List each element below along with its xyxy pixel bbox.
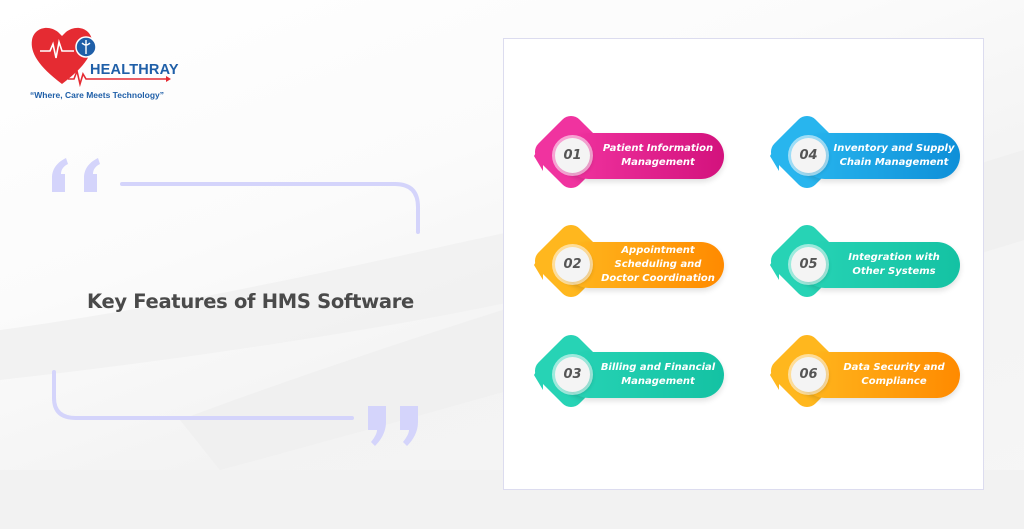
feature-left-notch	[770, 141, 779, 171]
feature-number-badge: 06	[791, 357, 826, 392]
feature-left-notch	[534, 360, 543, 390]
feature-item-05: 05 Integration with Other Systems	[765, 219, 965, 304]
feature-left-notch	[534, 250, 543, 280]
feature-item-06: 06 Data Security and Compliance	[765, 329, 965, 414]
close-quote-icon	[368, 406, 418, 446]
feature-number-badge: 01	[555, 138, 590, 173]
heart-pulse-icon	[31, 27, 171, 88]
healthray-logo: HEALTHRAY “Where, Care Meets Technology”	[28, 24, 179, 104]
feature-left-notch	[770, 250, 779, 280]
feature-number-badge: 03	[555, 357, 590, 392]
page-title: Key Features of HMS Software	[87, 290, 414, 313]
feature-number-badge: 05	[791, 247, 826, 282]
close-quote-decoration	[52, 370, 418, 446]
brand-name: HEALTHRAY	[90, 62, 179, 78]
feature-item-04: 04 Inventory and Supply Chain Management	[765, 110, 965, 195]
feature-number-badge: 04	[791, 138, 826, 173]
feature-left-notch	[770, 360, 779, 390]
feature-label: Integration with Other Systems	[848, 252, 940, 277]
top-bracket-line	[120, 182, 420, 234]
feature-number-badge: 02	[555, 247, 590, 282]
feature-item-01: 01 Patient Information Management	[529, 110, 729, 195]
bottom-bracket-line	[52, 370, 354, 420]
open-quote-decoration	[52, 158, 420, 234]
features-panel: 01 Patient Information Management 02 App…	[503, 38, 984, 490]
feature-item-02: 02 Appointment Scheduling and Doctor Coo…	[529, 219, 729, 304]
feature-left-notch	[534, 141, 543, 171]
feature-label: Billing and Financial Management	[600, 362, 716, 387]
feature-label: Inventory and Supply Chain Management	[833, 143, 955, 168]
brand-tagline: “Where, Care Meets Technology”	[30, 90, 164, 100]
feature-item-03: 03 Billing and Financial Management	[529, 329, 729, 414]
feature-label: Data Security and Compliance	[843, 362, 945, 387]
feature-label: Patient Information Management	[602, 143, 714, 168]
open-quote-icon	[52, 158, 100, 192]
feature-label: Appointment Scheduling and Doctor Coordi…	[601, 245, 715, 284]
